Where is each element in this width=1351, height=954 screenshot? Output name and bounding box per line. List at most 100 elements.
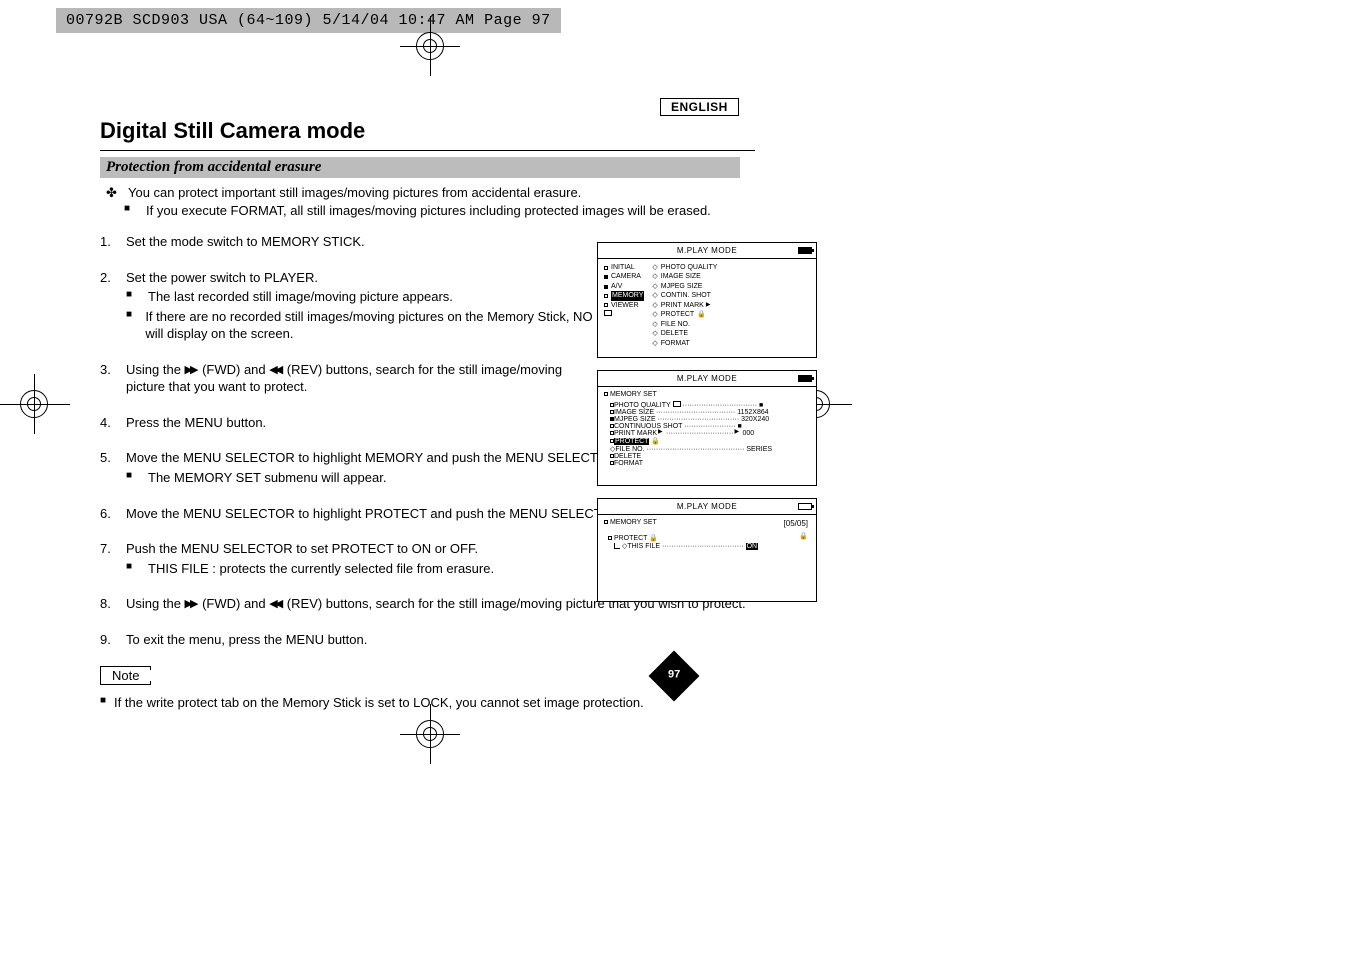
open-bullet-icon	[608, 536, 612, 540]
substep-text: The last recorded still image/moving pic…	[148, 288, 453, 306]
menu-row: IMAGE SIZE ·····························…	[614, 409, 769, 416]
menu-item: MJPEG SIZE	[661, 282, 703, 291]
step-number: 9.	[100, 631, 118, 649]
plus-bullet-icon: ✤	[106, 184, 120, 202]
menu-row: FILE NO. ·······························…	[615, 446, 772, 453]
step-text: Push the MENU SELECTOR to set PROTECT to…	[126, 540, 478, 558]
step-number: 7.	[100, 540, 118, 558]
open-bullet-icon	[604, 520, 608, 524]
open-bullet-icon	[604, 303, 608, 307]
osd-right-menu: ◇PHOTO QUALITY ◇IMAGE SIZE ◇MJPEG SIZE ◇…	[652, 263, 717, 348]
osd-screen-2: M.PLAY MODE MEMORY SET PHOTO QUALITY ···…	[597, 370, 817, 486]
crop-mark-left	[4, 380, 64, 428]
fast-forward-icon: ▶▶	[185, 368, 199, 374]
lock-icon	[649, 535, 658, 542]
square-bullet-icon: ■	[126, 469, 140, 487]
crop-mark-bottom	[406, 710, 454, 758]
square-bullet-icon: ■	[126, 560, 140, 578]
menu-item-selected: MEMORY	[611, 291, 644, 300]
battery-icon	[798, 503, 812, 510]
filled-bullet-icon	[604, 285, 608, 289]
open-bullet-icon	[604, 266, 608, 270]
value-on: ON	[746, 543, 759, 550]
menu-row: PHOTO QUALITY ··························…	[614, 402, 763, 409]
menu-item: FILE NO.	[661, 320, 690, 329]
play-icon	[659, 430, 664, 435]
square-bullet-icon: ■	[126, 308, 137, 343]
section-subtitle: Protection from accidental erasure	[100, 157, 740, 178]
step-number: 8.	[100, 595, 118, 613]
battery-icon	[798, 247, 812, 254]
bullet-text: If you execute FORMAT, all still images/…	[146, 202, 711, 220]
page-title: Digital Still Camera mode	[100, 118, 755, 144]
menu-item: CAMERA	[611, 272, 641, 281]
menu-item: FORMAT	[661, 339, 690, 348]
step-text: To exit the menu, press the MENU button.	[126, 631, 367, 649]
crop-mark-top	[406, 22, 454, 70]
step-number: 5.	[100, 449, 118, 467]
play-icon	[707, 303, 712, 308]
bullet-text: You can protect important still images/m…	[128, 184, 581, 202]
open-bullet-icon	[604, 392, 608, 396]
menu-row: FORMAT	[614, 460, 643, 467]
note-label-box: Note	[100, 666, 151, 685]
menu-row: MJPEG SIZE ·····························…	[614, 416, 769, 423]
menu-item: DELETE	[661, 329, 688, 338]
menu-row: DELETE	[614, 453, 641, 460]
menu-item: CONTIN. SHOT	[661, 291, 711, 300]
title-rule	[100, 150, 755, 151]
play-icon	[736, 430, 741, 435]
filled-bullet-icon	[604, 275, 608, 279]
menu-item: INITIAL	[611, 263, 635, 272]
step-number: 2.	[100, 269, 118, 287]
step-text: Move the MENU SELECTOR to highlight MEMO…	[126, 449, 621, 467]
counter-label: [05/05]	[784, 519, 808, 528]
fast-forward-icon: ▶▶	[185, 602, 199, 608]
note-text: If the write protect tab on the Memory S…	[114, 695, 644, 710]
osd-title: M.PLAY MODE	[677, 502, 737, 511]
step-number: 6.	[100, 505, 118, 523]
submenu-title: MEMORY SET	[610, 391, 657, 398]
lock-icon	[651, 438, 660, 445]
square-bullet-icon: ■	[126, 288, 140, 306]
submenu-title: MEMORY SET	[610, 519, 657, 526]
open-bullet-icon	[604, 294, 608, 298]
intro-bullets: ✤ You can protect important still images/…	[100, 184, 755, 219]
battery-icon	[798, 375, 812, 382]
osd-screen-1: M.PLAY MODE INITIAL CAMERA A/V MEMORY VI…	[597, 242, 817, 358]
thisfile-label: THIS FILE	[627, 543, 660, 550]
step-number: 1.	[100, 233, 118, 251]
substep-text: THIS FILE : protects the currently selec…	[148, 560, 494, 578]
step-text: Move the MENU SELECTOR to highlight PROT…	[126, 505, 625, 523]
substep-text: The MEMORY SET submenu will appear.	[148, 469, 386, 487]
osd-screen-3: M.PLAY MODE MEMORY SET [05/05] PROTECT ◇…	[597, 498, 817, 602]
menu-row: CONTINUOUS SHOT ······················ ■	[614, 423, 742, 430]
menu-item: IMAGE SIZE	[661, 272, 701, 281]
lock-icon	[799, 531, 808, 540]
step-text: Using the ▶▶ (FWD) and ◀◀ (REV) buttons,…	[126, 361, 596, 396]
prepress-header: 00792B SCD903 USA (64~109) 5/14/04 10:47…	[56, 8, 561, 33]
square-bullet-icon: ■	[100, 695, 106, 710]
tree-icon	[614, 543, 620, 549]
osd-title: M.PLAY MODE	[677, 246, 737, 255]
square-bullet-icon: ■	[124, 202, 138, 220]
menu-item: PHOTO QUALITY	[661, 263, 718, 272]
menu-item: PRINT MARK	[661, 301, 704, 310]
rewind-icon: ◀◀	[269, 602, 283, 608]
menu-item: PROTECT	[661, 310, 694, 319]
menu-item: A/V	[611, 282, 622, 291]
menu-row-selected: PROTECT	[614, 438, 649, 445]
lock-icon	[697, 310, 706, 319]
step-number: 3.	[100, 361, 118, 396]
menu-row: PRINT MARK ·····························…	[614, 430, 754, 437]
step-text: Set the mode switch to MEMORY STICK.	[126, 233, 365, 251]
menu-item: VIEWER	[611, 301, 639, 310]
osd-left-menu: INITIAL CAMERA A/V MEMORY VIEWER	[604, 263, 644, 348]
step-text: Press the MENU button.	[126, 414, 266, 432]
osd-title: M.PLAY MODE	[677, 374, 737, 383]
tv-icon	[673, 401, 681, 407]
step-number: 4.	[100, 414, 118, 432]
protect-label: PROTECT	[614, 535, 647, 542]
tv-icon	[604, 310, 612, 316]
step-text: Set the power switch to PLAYER.	[126, 269, 318, 287]
